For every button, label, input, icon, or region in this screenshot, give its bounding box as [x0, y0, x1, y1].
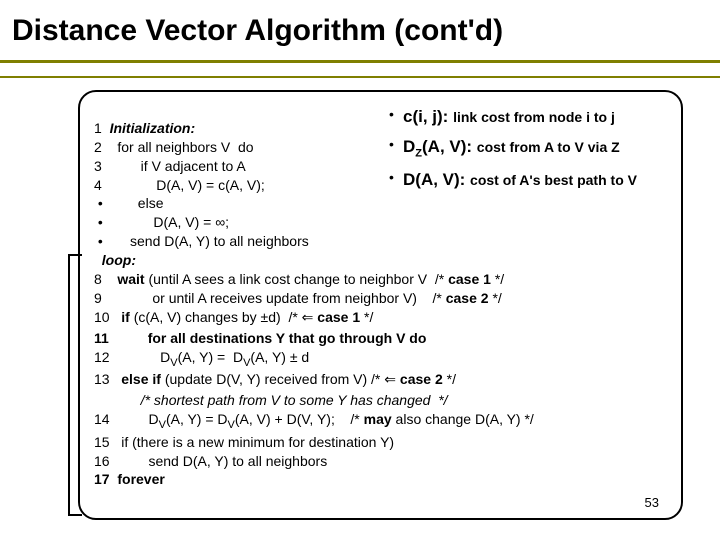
- code-line: 1 Initialization:: [94, 120, 195, 136]
- code-line: 11 for all destinations Y that go throug…: [94, 330, 426, 346]
- title-rule-1: [0, 60, 720, 63]
- content-box: • c(i, j): link cost from node i to j • …: [78, 90, 683, 520]
- note-3-text: cost of A's best path to V: [470, 172, 637, 188]
- bullet-icon: •: [389, 104, 403, 130]
- code-line: loop:: [94, 252, 136, 268]
- code-line: • D(A, V) = ∞;: [94, 214, 229, 230]
- note-1-symbol: c(i, j):: [403, 107, 453, 126]
- code-line: • send D(A, Y) to all neighbors: [94, 233, 309, 249]
- code-line: /* shortest path from V to some Y has ch…: [94, 392, 448, 408]
- code-line: • else: [94, 195, 163, 211]
- slide: Distance Vector Algorithm (cont'd) • c(i…: [0, 0, 720, 540]
- code-line: 3 if V adjacent to A: [94, 158, 246, 174]
- bullet-icon: •: [389, 134, 403, 162]
- code-line: 14 DV(A, Y) = DV(A, V) + D(V, Y); /* may…: [94, 411, 534, 427]
- code-line: 12 DV(A, Y) = DV(A, Y) ± d: [94, 349, 309, 365]
- code-line: 13 else if (update D(V, Y) received from…: [94, 371, 456, 387]
- title-rule-2: [0, 76, 720, 78]
- code-line: 17 forever: [94, 471, 165, 487]
- note-1-text: link cost from node i to j: [453, 109, 615, 125]
- code-line: 15 if (there is a new minimum for destin…: [94, 434, 394, 450]
- slide-title: Distance Vector Algorithm (cont'd): [0, 0, 720, 54]
- bullet-icon: •: [389, 167, 403, 193]
- notation-list: • c(i, j): link cost from node i to j • …: [389, 104, 669, 197]
- note-2-symbol: DZ(A, V):: [403, 137, 477, 156]
- code-line: 2 for all neighbors V do: [94, 139, 254, 155]
- note-1: • c(i, j): link cost from node i to j: [389, 104, 669, 134]
- code-line: 16 send D(A, Y) to all neighbors: [94, 453, 327, 469]
- code-line: 10 if (c(A, V) changes by ±d) /* ⇐ case …: [94, 309, 373, 325]
- note-2: • DZ(A, V): cost from A to V via Z: [389, 134, 669, 166]
- note-2-text: cost from A to V via Z: [477, 139, 620, 155]
- code-line: 9 or until A receives update from neighb…: [94, 290, 502, 306]
- note-3-symbol: D(A, V):: [403, 170, 470, 189]
- code-line: 8 wait (until A sees a link cost change …: [94, 271, 504, 287]
- code-line: 4 D(A, V) = c(A, V);: [94, 177, 265, 193]
- note-3: • D(A, V): cost of A's best path to V: [389, 167, 669, 197]
- page-number: 53: [645, 495, 659, 510]
